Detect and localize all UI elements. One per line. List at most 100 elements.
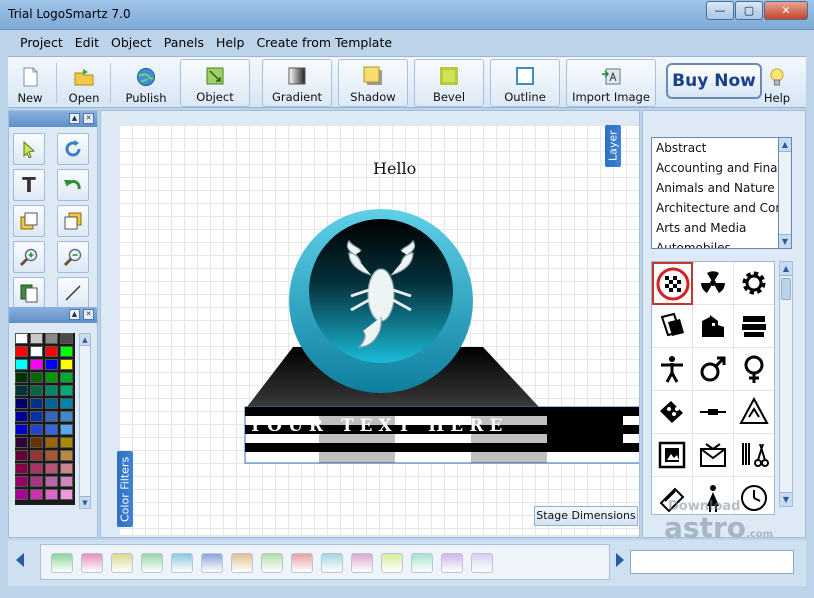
symbol-cell[interactable]: [693, 434, 734, 477]
close-button[interactable]: ✕: [764, 1, 808, 20]
color-swatch[interactable]: [81, 553, 103, 573]
palette-swatch[interactable]: [45, 476, 58, 487]
symbol-cell[interactable]: [734, 348, 774, 391]
scroll-thumb[interactable]: [781, 278, 791, 300]
scroll-up-icon[interactable]: ▲: [780, 262, 792, 276]
send-backward-tool[interactable]: [57, 205, 89, 237]
palette-swatch[interactable]: [60, 372, 73, 383]
symbol-cell[interactable]: [652, 305, 693, 348]
palette-swatch[interactable]: [60, 424, 73, 435]
zoom-in-tool[interactable]: [13, 241, 45, 273]
symbol-scrollbar[interactable]: ▲ ▼: [779, 261, 793, 507]
color-filters-tab[interactable]: Color Filters: [117, 451, 133, 527]
menu-help[interactable]: Help: [210, 32, 251, 54]
palette-scrollbar[interactable]: ▲ ▼: [79, 333, 91, 509]
color-swatch[interactable]: [261, 553, 283, 573]
symbol-cell[interactable]: [693, 262, 734, 305]
import-image-button[interactable]: Import Image: [566, 59, 656, 107]
palette-swatch[interactable]: [30, 489, 43, 500]
palette-swatch[interactable]: [15, 463, 28, 474]
duplicate-tool[interactable]: [13, 277, 45, 309]
menu-project[interactable]: Project: [8, 32, 69, 54]
stage-dimensions-button[interactable]: Stage Dimensions: [534, 506, 638, 526]
symbol-cell[interactable]: [652, 348, 693, 391]
palette-swatch[interactable]: [45, 346, 58, 357]
palette-swatch[interactable]: [45, 450, 58, 461]
banner-text[interactable]: YOUR TEXT HERE: [248, 416, 508, 436]
palette-swatch[interactable]: [15, 385, 28, 396]
palette-swatch[interactable]: [30, 372, 43, 383]
palette-swatch[interactable]: [15, 476, 28, 487]
symbol-cell[interactable]: [734, 262, 774, 305]
palette-collapse-button[interactable]: ▲: [69, 309, 80, 320]
color-swatch[interactable]: [231, 553, 253, 573]
color-swatch[interactable]: [171, 553, 193, 573]
palette-swatch[interactable]: [15, 437, 28, 448]
buy-now-button[interactable]: Buy Now: [666, 63, 762, 99]
help-button[interactable]: Help: [760, 59, 794, 107]
line-tool[interactable]: [57, 277, 89, 309]
palette-swatch[interactable]: [60, 385, 73, 396]
palette-swatch[interactable]: [30, 333, 43, 344]
undo-tool[interactable]: [57, 169, 89, 201]
palette-swatch[interactable]: [15, 450, 28, 461]
tools-collapse-button[interactable]: ▲: [69, 113, 80, 124]
palette-swatch[interactable]: [30, 476, 43, 487]
palette-swatch[interactable]: [45, 333, 58, 344]
symbol-cell[interactable]: [652, 391, 693, 434]
palette-swatch[interactable]: [15, 424, 28, 435]
palette-swatch[interactable]: [15, 411, 28, 422]
palette-swatch[interactable]: [60, 437, 73, 448]
palette-swatch[interactable]: [60, 398, 73, 409]
palette-swatch[interactable]: [45, 411, 58, 422]
scroll-right-icon[interactable]: [616, 553, 624, 567]
color-swatch[interactable]: [441, 553, 463, 573]
palette-swatch[interactable]: [15, 398, 28, 409]
color-swatch[interactable]: [471, 553, 493, 573]
color-swatch[interactable]: [291, 553, 313, 573]
shadow-button[interactable]: Shadow: [338, 59, 408, 107]
palette-swatch[interactable]: [45, 398, 58, 409]
palette-swatch[interactable]: [30, 411, 43, 422]
select-tool[interactable]: [13, 133, 45, 165]
palette-swatch[interactable]: [15, 372, 28, 383]
minimize-button[interactable]: —: [706, 1, 734, 20]
palette-swatch[interactable]: [60, 411, 73, 422]
color-swatch[interactable]: [201, 553, 223, 573]
logo-artwork[interactable]: YOUR TEXT HERE: [119, 125, 639, 535]
category-item[interactable]: Automobiles: [652, 238, 778, 248]
scroll-down-icon[interactable]: ▼: [780, 492, 792, 506]
color-swatch[interactable]: [411, 553, 433, 573]
symbol-cell[interactable]: [693, 391, 734, 434]
palette-close-button[interactable]: ✕: [83, 309, 94, 320]
category-item[interactable]: Arts and Media: [652, 218, 778, 238]
symbol-cell[interactable]: [734, 434, 774, 477]
rotate-tool[interactable]: [57, 133, 89, 165]
category-item[interactable]: Architecture and Cons: [652, 198, 778, 218]
symbol-cell[interactable]: [652, 262, 693, 305]
palette-swatch[interactable]: [30, 463, 43, 474]
bevel-button[interactable]: Bevel: [414, 59, 484, 107]
palette-swatch[interactable]: [30, 385, 43, 396]
scroll-down-icon[interactable]: ▼: [779, 234, 791, 248]
layer-tab[interactable]: Layer: [605, 125, 621, 167]
palette-swatch[interactable]: [45, 463, 58, 474]
text-tool[interactable]: T: [13, 169, 45, 201]
maximize-button[interactable]: ▢: [735, 1, 763, 20]
palette-swatch[interactable]: [60, 489, 73, 500]
symbol-cell[interactable]: [734, 305, 774, 348]
symbol-cell[interactable]: [734, 391, 774, 434]
palette-swatch[interactable]: [45, 424, 58, 435]
palette-swatch[interactable]: [30, 346, 43, 357]
color-swatch[interactable]: [351, 553, 373, 573]
color-swatch[interactable]: [51, 553, 73, 573]
palette-swatch[interactable]: [30, 359, 43, 370]
menu-edit[interactable]: Edit: [69, 32, 105, 54]
palette-swatch[interactable]: [60, 333, 73, 344]
publish-button[interactable]: Publish: [118, 59, 174, 107]
bring-forward-tool[interactable]: [13, 205, 45, 237]
category-list[interactable]: Abstract Accounting and Finan Animals an…: [651, 137, 779, 249]
menu-panels[interactable]: Panels: [158, 32, 210, 54]
zoom-out-tool[interactable]: [57, 241, 89, 273]
palette-swatch[interactable]: [30, 450, 43, 461]
